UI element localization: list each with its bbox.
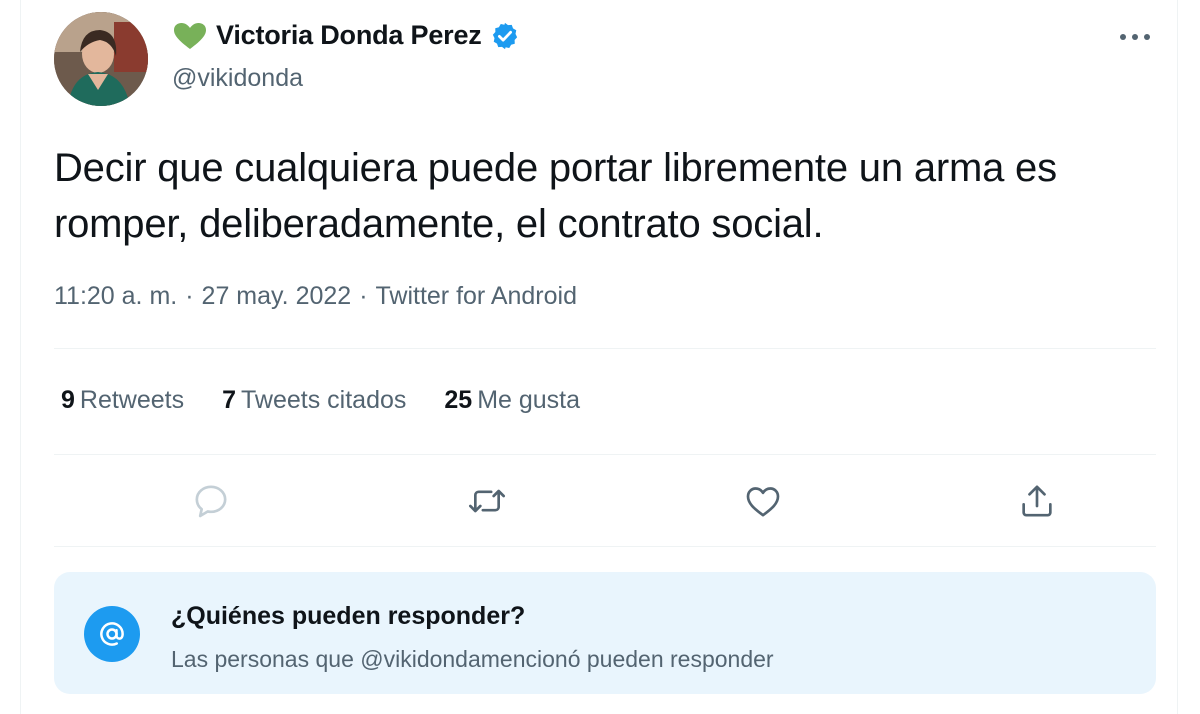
tweet-source[interactable]: Twitter for Android: [376, 282, 577, 311]
more-options-button[interactable]: [1117, 22, 1153, 52]
tweet-card: Victoria Donda Perez @vikidonda Decir qu…: [20, 0, 1178, 714]
tweet-meta: 11:20 a. m. · 27 may. 2022 · Twitter for…: [54, 282, 577, 311]
green-heart-icon: [174, 22, 206, 49]
more-dots-icon: [1120, 34, 1150, 40]
avatar-photo: [54, 12, 148, 106]
divider: [54, 454, 1156, 455]
meta-separator: ·: [359, 282, 368, 310]
author-name-row[interactable]: Victoria Donda Perez: [172, 20, 520, 51]
author-avatar[interactable]: [54, 12, 148, 106]
likes-label: Me gusta: [477, 386, 581, 414]
author-handle[interactable]: @vikidonda: [172, 64, 303, 93]
divider: [54, 546, 1156, 547]
tweet-date[interactable]: 27 may. 2022: [202, 282, 352, 311]
reply-icon: [195, 485, 227, 518]
likes-count: 25: [444, 386, 473, 414]
like-button[interactable]: [738, 476, 788, 526]
share-button[interactable]: [1012, 476, 1062, 526]
share-icon: [1022, 485, 1052, 517]
quotes-label: Tweets citados: [241, 386, 407, 414]
reply-restriction-notice: ¿Quiénes pueden responder? Las personas …: [54, 572, 1156, 694]
notice-title: ¿Quiénes pueden responder?: [171, 602, 526, 630]
retweets-count: 9: [61, 386, 75, 414]
heart-icon: [746, 487, 780, 517]
quotes-count: 7: [222, 386, 237, 414]
tweet-stats: 9 Retweets 7 Tweets citados 25 Me gusta: [61, 386, 580, 415]
notice-body: Las personas que @vikidondamencionó pued…: [171, 646, 774, 672]
retweet-icon: [469, 489, 505, 513]
retweets-label: Retweets: [79, 386, 185, 414]
retweets-stat[interactable]: 9 Retweets: [61, 386, 184, 415]
tweet-actions: [54, 470, 1156, 530]
tweet-text: Decir que cualquiera puede portar librem…: [54, 146, 1057, 246]
likes-stat[interactable]: 25 Me gusta: [444, 386, 580, 415]
retweet-button[interactable]: [462, 476, 512, 526]
divider: [54, 348, 1156, 349]
at-sign-icon: [84, 606, 140, 662]
verified-badge-icon: [492, 22, 517, 49]
author-display-name[interactable]: Victoria Donda Perez: [216, 20, 482, 51]
meta-separator: ·: [185, 282, 194, 310]
quotes-stat[interactable]: 7 Tweets citados: [222, 386, 406, 415]
tweet-time[interactable]: 11:20 a. m.: [54, 282, 177, 311]
reply-button[interactable]: [186, 476, 236, 526]
